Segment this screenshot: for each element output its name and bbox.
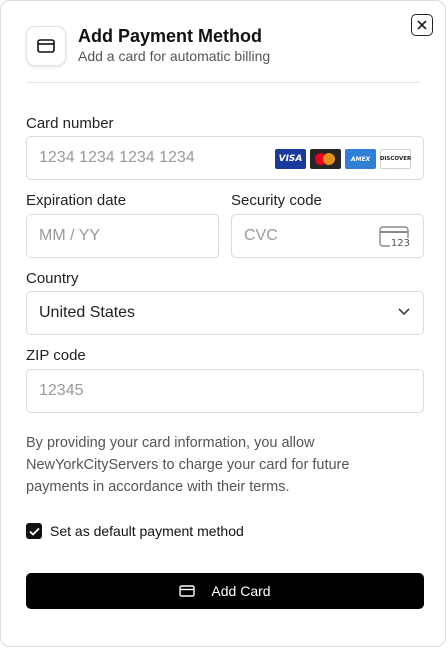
security-code-input[interactable] — [244, 227, 364, 245]
mastercard-icon — [310, 149, 341, 169]
card-brands: VISA AMEX DISCOVER — [275, 149, 411, 169]
card-number-field[interactable]: VISA AMEX DISCOVER — [26, 136, 424, 180]
expiration-input[interactable] — [39, 227, 199, 245]
modal-title: Add Payment Method — [78, 26, 263, 46]
cvc-icon-digits: 123 — [389, 238, 411, 249]
zip-input[interactable] — [39, 382, 239, 400]
payment-modal: Add Payment Method Add a card for automa… — [0, 0, 446, 647]
authorization-notice: By providing your card information, you … — [26, 435, 350, 495]
credit-card-icon — [179, 585, 196, 597]
modal-subtitle: Add a card for automatic billing — [78, 48, 271, 64]
zip-field[interactable] — [26, 369, 424, 413]
card-number-label: Card number — [26, 115, 114, 132]
checkmark-icon — [28, 527, 40, 536]
default-payment-row[interactable]: Set as default payment method — [26, 522, 244, 540]
security-code-label: Security code — [231, 192, 322, 209]
country-selected-value: United States — [39, 304, 136, 321]
country-label: Country — [26, 270, 79, 287]
card-number-input[interactable] — [39, 149, 239, 167]
default-payment-label: Set as default payment method — [50, 523, 244, 539]
expiration-field[interactable] — [26, 214, 219, 258]
close-button[interactable] — [411, 14, 433, 36]
credit-card-icon — [26, 26, 66, 66]
add-card-label: Add Card — [211, 583, 271, 599]
visa-icon: VISA — [275, 149, 306, 169]
close-icon — [417, 20, 427, 30]
default-payment-checkbox[interactable] — [26, 523, 42, 539]
expiration-label: Expiration date — [26, 192, 127, 209]
zip-label: ZIP code — [26, 347, 86, 364]
add-card-button[interactable]: Add Card — [26, 573, 424, 609]
chevron-down-icon — [398, 308, 410, 316]
amex-icon: AMEX — [345, 149, 376, 169]
country-select[interactable]: United States — [26, 291, 424, 335]
security-code-field[interactable]: 123 — [231, 214, 424, 258]
modal-header: Add Payment Method Add a card for automa… — [26, 24, 420, 83]
cvc-card-icon: 123 — [379, 226, 411, 249]
discover-icon: DISCOVER — [380, 149, 411, 169]
